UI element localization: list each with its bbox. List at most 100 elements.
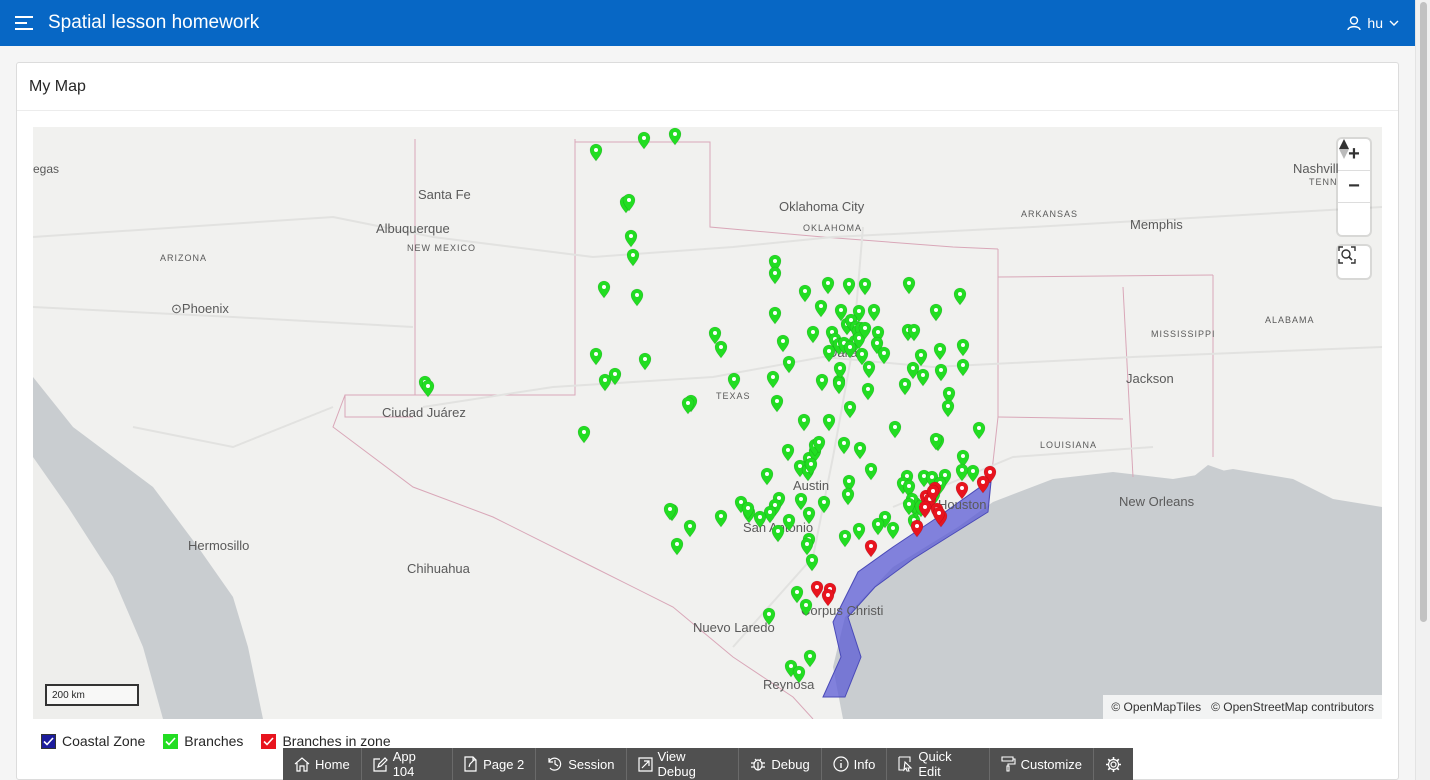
- branch-marker[interactable]: [956, 358, 970, 377]
- scrollbar-thumb[interactable]: [1420, 2, 1427, 622]
- branch-marker[interactable]: [637, 131, 651, 150]
- branch-marker[interactable]: [589, 143, 603, 162]
- branch-marker[interactable]: [683, 519, 697, 538]
- branch-marker[interactable]: [638, 352, 652, 371]
- page-scrollbar[interactable]: [1415, 0, 1430, 780]
- branch-in-zone-marker[interactable]: [810, 580, 824, 599]
- branch-marker[interactable]: [972, 421, 986, 440]
- branch-marker[interactable]: [838, 529, 852, 548]
- menu-toggle-button[interactable]: [0, 0, 48, 46]
- branch-marker[interactable]: [953, 287, 967, 306]
- branch-marker[interactable]: [670, 537, 684, 556]
- branch-marker[interactable]: [770, 394, 784, 413]
- branch-marker[interactable]: [821, 276, 835, 295]
- marker-dot: [827, 418, 831, 422]
- devbar-home-button[interactable]: Home: [283, 748, 362, 780]
- legend-item-branches[interactable]: Branches: [163, 733, 243, 749]
- branch-marker[interactable]: [853, 441, 867, 460]
- branch-marker[interactable]: [803, 649, 817, 668]
- branch-marker[interactable]: [933, 342, 947, 361]
- branch-marker[interactable]: [421, 379, 435, 398]
- branch-marker[interactable]: [837, 436, 851, 455]
- marker-dot: [787, 518, 791, 522]
- devbar-view-debug-button[interactable]: View Debug: [627, 748, 740, 780]
- branch-marker[interactable]: [864, 462, 878, 481]
- zoom-to-extent-button[interactable]: [1338, 246, 1370, 278]
- branch-marker[interactable]: [852, 522, 866, 541]
- legend-item-coastal-zone[interactable]: Coastal Zone: [41, 733, 145, 749]
- branch-marker[interactable]: [814, 299, 828, 318]
- devbar-settings-button[interactable]: [1094, 748, 1133, 780]
- branch-marker[interactable]: [832, 376, 846, 395]
- branch-marker[interactable]: [630, 288, 644, 307]
- branch-marker[interactable]: [862, 360, 876, 379]
- branch-marker[interactable]: [598, 373, 612, 392]
- branch-marker[interactable]: [966, 464, 980, 483]
- branch-marker[interactable]: [941, 399, 955, 418]
- svg-text:LOUISIANA: LOUISIANA: [1040, 440, 1097, 450]
- branch-marker[interactable]: [822, 413, 836, 432]
- branch-marker[interactable]: [888, 420, 902, 439]
- branch-marker[interactable]: [781, 443, 795, 462]
- marker-dot: [849, 318, 853, 322]
- devbar-info-button[interactable]: Info: [822, 748, 888, 780]
- branch-marker[interactable]: [858, 277, 872, 296]
- branch-marker[interactable]: [760, 467, 774, 486]
- attribution-openmaptiles[interactable]: © OpenMapTiles: [1111, 700, 1201, 714]
- branch-marker[interactable]: [782, 355, 796, 374]
- devbar-customize-button[interactable]: Customize: [990, 748, 1094, 780]
- branch-marker[interactable]: [861, 382, 875, 401]
- branch-marker[interactable]: [714, 340, 728, 359]
- branch-marker[interactable]: [871, 517, 885, 536]
- branch-marker[interactable]: [798, 284, 812, 303]
- zoom-out-button[interactable]: −: [1338, 171, 1370, 203]
- branch-marker[interactable]: [841, 487, 855, 506]
- devbar-session-button[interactable]: Session: [536, 748, 627, 780]
- marker-dot: [907, 502, 911, 506]
- branch-marker[interactable]: [902, 276, 916, 295]
- marker-dot: [802, 418, 806, 422]
- branch-marker[interactable]: [916, 368, 930, 387]
- branch-marker[interactable]: [727, 372, 741, 391]
- branch-marker[interactable]: [929, 303, 943, 322]
- branch-marker[interactable]: [794, 492, 808, 511]
- devbar-quick-edit-button[interactable]: Quick Edit: [887, 748, 990, 780]
- map-canvas[interactable]: egas Santa Fe Albuquerque NEW MEXICO ARI…: [33, 127, 1382, 719]
- branch-marker[interactable]: [766, 370, 780, 389]
- branch-marker[interactable]: [681, 396, 695, 415]
- devbar-debug-button[interactable]: Debug: [739, 748, 822, 780]
- attribution-openstreetmap[interactable]: © OpenStreetMap contributors: [1211, 700, 1374, 714]
- branch-marker[interactable]: [886, 521, 900, 540]
- devbar-app-button[interactable]: App 104: [362, 748, 454, 780]
- reset-bearing-button[interactable]: [1338, 139, 1370, 235]
- branch-marker[interactable]: [867, 303, 881, 322]
- legend-item-branches-in-zone[interactable]: Branches in zone: [261, 733, 391, 749]
- branch-marker[interactable]: [771, 524, 785, 543]
- branch-marker[interactable]: [626, 248, 640, 267]
- branch-marker[interactable]: [898, 377, 912, 396]
- branch-marker[interactable]: [955, 463, 969, 482]
- branch-marker[interactable]: [790, 585, 804, 604]
- branch-marker[interactable]: [776, 334, 790, 353]
- branch-marker[interactable]: [768, 266, 782, 285]
- branch-marker[interactable]: [589, 347, 603, 366]
- marker-dot: [827, 349, 831, 353]
- devbar-page-button[interactable]: Page 2: [453, 748, 537, 780]
- user-menu-button[interactable]: hu: [1347, 0, 1399, 46]
- branch-marker[interactable]: [843, 400, 857, 419]
- branch-marker[interactable]: [805, 553, 819, 572]
- branch-in-zone-marker[interactable]: [864, 539, 878, 558]
- branch-marker[interactable]: [624, 229, 638, 248]
- branch-marker[interactable]: [577, 425, 591, 444]
- branch-marker[interactable]: [800, 537, 814, 556]
- branch-marker[interactable]: [597, 280, 611, 299]
- branch-marker[interactable]: [815, 373, 829, 392]
- branch-marker[interactable]: [817, 495, 831, 514]
- branch-marker[interactable]: [797, 413, 811, 432]
- branch-marker[interactable]: [806, 325, 820, 344]
- branch-marker[interactable]: [714, 509, 728, 528]
- branch-marker[interactable]: [934, 363, 948, 382]
- branch-marker[interactable]: [842, 277, 856, 296]
- branch-marker[interactable]: [956, 338, 970, 357]
- branch-marker[interactable]: [768, 306, 782, 325]
